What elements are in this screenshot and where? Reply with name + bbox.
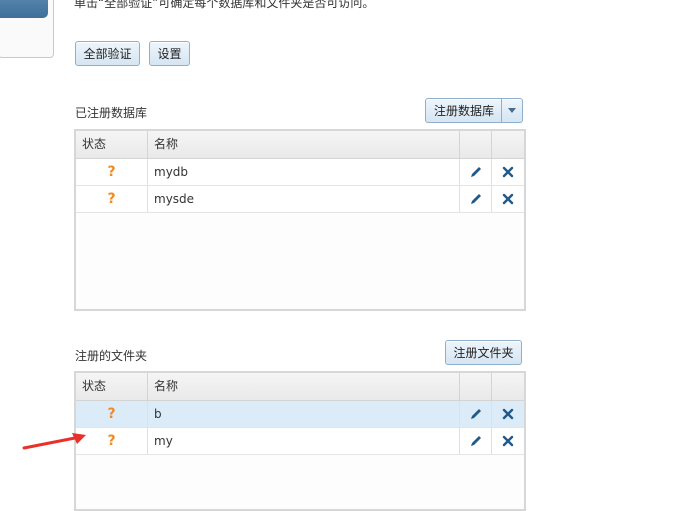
edit-button[interactable]	[460, 159, 492, 185]
validate-all-button[interactable]: 全部验证	[75, 41, 140, 66]
pencil-icon	[470, 167, 481, 177]
settings-button[interactable]: 设置	[149, 41, 190, 66]
column-header-status[interactable]: 状态	[76, 131, 148, 158]
register-folder-button[interactable]: 注册文件夹	[445, 340, 522, 365]
question-mark-icon: ?	[107, 433, 116, 449]
registered-folders-grid: 状态 名称 ? b ? my	[74, 371, 526, 511]
name-cell: b	[148, 401, 460, 427]
status-cell: ?	[76, 159, 148, 185]
pencil-icon	[470, 194, 481, 204]
column-header-delete	[492, 131, 523, 158]
column-header-delete	[492, 373, 523, 400]
registered-databases-grid: 状态 名称 ? mydb ? mysde	[74, 129, 526, 311]
registered-databases-label: 已注册数据库	[75, 106, 148, 120]
close-icon	[502, 408, 513, 420]
column-header-edit	[460, 131, 492, 158]
table-row[interactable]: ? b	[76, 401, 524, 428]
edit-button[interactable]	[460, 186, 492, 212]
delete-button[interactable]	[492, 159, 523, 185]
delete-button[interactable]	[492, 186, 523, 212]
delete-button[interactable]	[492, 401, 523, 427]
close-icon	[502, 193, 513, 205]
register-database-label: 注册数据库	[434, 104, 495, 118]
edit-button[interactable]	[460, 401, 492, 427]
column-header-name[interactable]: 名称	[148, 131, 460, 158]
name-cell: my	[148, 428, 460, 454]
column-header-name[interactable]: 名称	[148, 373, 460, 400]
delete-button[interactable]	[492, 428, 523, 454]
question-mark-icon: ?	[107, 191, 116, 207]
column-header-edit	[460, 373, 492, 400]
table-row[interactable]: ? mydb	[76, 159, 524, 186]
question-mark-icon: ?	[107, 406, 116, 422]
register-database-button[interactable]: 注册数据库	[425, 98, 523, 123]
column-header-status[interactable]: 状态	[76, 373, 148, 400]
pencil-icon	[470, 436, 481, 446]
name-cell: mydb	[148, 159, 460, 185]
edit-button[interactable]	[460, 428, 492, 454]
table-row[interactable]: ? mysde	[76, 186, 524, 213]
annotation-arrow-icon	[22, 433, 86, 450]
status-cell: ?	[76, 186, 148, 212]
left-nav-tab[interactable]	[0, 0, 48, 18]
close-icon	[502, 166, 513, 178]
table-row[interactable]: ? my	[76, 428, 524, 455]
registered-folders-label: 注册的文件夹	[75, 349, 148, 363]
question-mark-icon: ?	[107, 164, 116, 180]
intro-text: 单击“全部验证”可确定每个数据库和文件夹是否可访问。	[74, 0, 375, 10]
name-cell: mysde	[148, 186, 460, 212]
register-database-dropdown[interactable]	[501, 99, 522, 122]
close-icon	[502, 435, 513, 447]
chevron-down-icon	[508, 108, 516, 113]
grid-header: 状态 名称	[76, 373, 524, 401]
grid-header: 状态 名称	[76, 131, 524, 159]
status-cell: ?	[76, 401, 148, 427]
pencil-icon	[470, 409, 481, 419]
